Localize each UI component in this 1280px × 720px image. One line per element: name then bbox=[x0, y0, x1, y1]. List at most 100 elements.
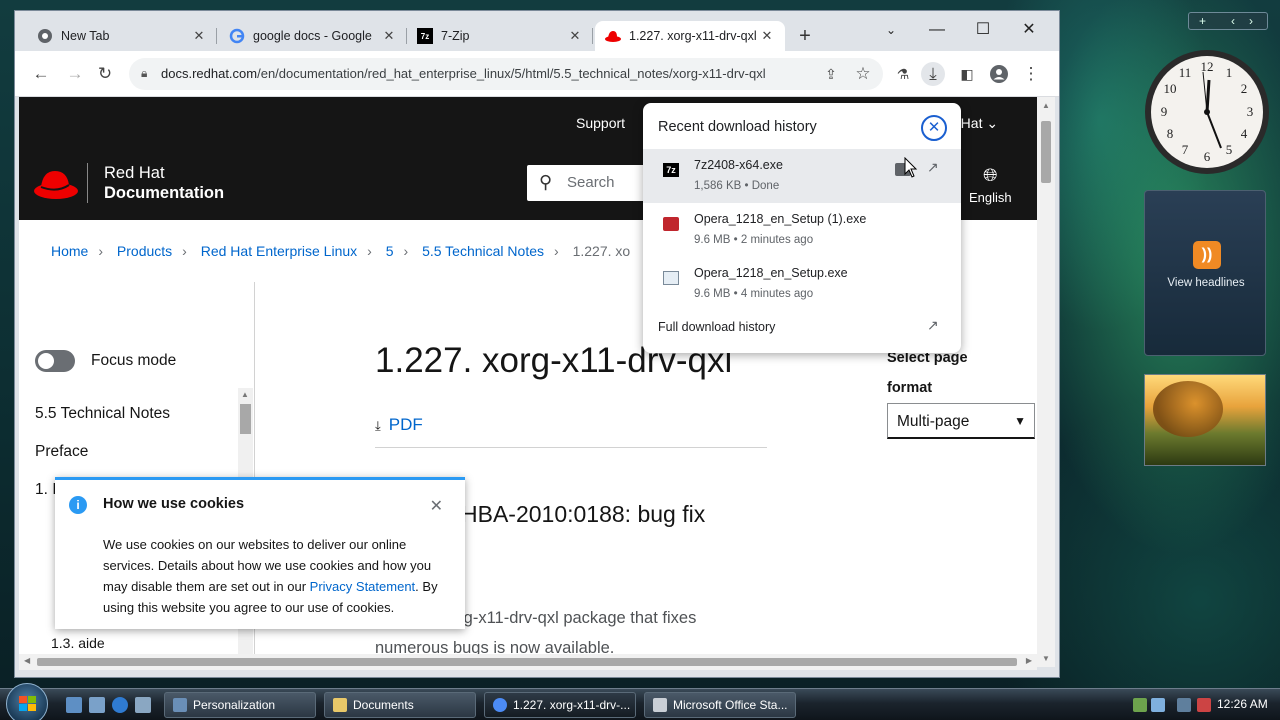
close-tab-icon[interactable]: ✕ bbox=[759, 28, 775, 44]
brand-wordmark[interactable]: Red Hat Documentation bbox=[87, 163, 224, 203]
search-input[interactable]: ⚲ Search bbox=[527, 165, 657, 201]
scrollbar-thumb[interactable] bbox=[1041, 121, 1051, 183]
scroll-up-icon[interactable]: ▲ bbox=[1042, 101, 1050, 110]
toc-item[interactable]: 1.3. aide bbox=[51, 635, 105, 651]
switch-windows-icon[interactable] bbox=[89, 697, 105, 713]
tab-google-docs[interactable]: google docs - Google ✕ bbox=[219, 21, 407, 51]
bookmark-star-icon[interactable]: ☆ bbox=[851, 62, 875, 86]
breadcrumb-rhel[interactable]: Red Hat Enterprise Linux bbox=[201, 243, 357, 259]
open-external-icon[interactable]: ↗ bbox=[927, 317, 939, 334]
tray-network-icon[interactable] bbox=[1133, 698, 1147, 712]
view-headlines-label: View headlines bbox=[1167, 277, 1245, 289]
tray-volume-muted-icon[interactable] bbox=[1197, 698, 1211, 712]
svg-text:5: 5 bbox=[1226, 142, 1233, 157]
download-status: 9.6 MB • 2 minutes ago bbox=[694, 234, 814, 246]
start-button[interactable] bbox=[6, 683, 48, 720]
support-link[interactable]: Support bbox=[576, 115, 625, 131]
back-button[interactable]: ← bbox=[29, 62, 53, 86]
svg-text:7: 7 bbox=[1182, 142, 1189, 157]
download-item[interactable]: Opera_1218_en_Setup.exe 9.6 MB • 4 minut… bbox=[643, 257, 961, 311]
tab-search-icon[interactable]: ⌄ bbox=[873, 17, 909, 43]
tray-display-icon[interactable] bbox=[1177, 698, 1191, 712]
task-documents[interactable]: Documents bbox=[324, 692, 476, 718]
page-format-select[interactable]: Multi-page ▼ bbox=[887, 403, 1035, 439]
new-tab-button[interactable]: + bbox=[793, 25, 817, 49]
feed-headlines-gadget[interactable]: )) View headlines bbox=[1144, 190, 1266, 356]
scrollbar-thumb[interactable] bbox=[37, 658, 1017, 666]
forward-button[interactable]: → bbox=[63, 62, 87, 86]
focus-mode-label: Focus mode bbox=[91, 352, 177, 369]
profile-icon[interactable] bbox=[987, 62, 1011, 86]
scroll-down-icon[interactable]: ▼ bbox=[1042, 654, 1050, 663]
internet-explorer-icon[interactable] bbox=[112, 697, 128, 713]
toc-item[interactable]: Preface bbox=[35, 443, 88, 461]
download-item[interactable]: Opera_1218_en_Setup (1).exe 9.6 MB • 2 m… bbox=[643, 203, 961, 257]
svg-text:1: 1 bbox=[1226, 65, 1233, 80]
svg-text:3: 3 bbox=[1247, 104, 1254, 119]
tray-security-icon[interactable] bbox=[1151, 698, 1165, 712]
mouse-cursor-icon bbox=[904, 157, 918, 178]
minimize-button[interactable]: — bbox=[919, 17, 955, 43]
scroll-right-icon[interactable]: ▶ bbox=[1026, 656, 1032, 665]
rss-icon: )) bbox=[1193, 241, 1221, 269]
address-bar[interactable]: 🔒︎ docs.redhat.com/en/documentation/red_… bbox=[129, 58, 883, 90]
scroll-left-icon[interactable]: ◀ bbox=[24, 656, 30, 665]
close-window-button[interactable]: ✕ bbox=[1011, 17, 1047, 43]
breadcrumb-home[interactable]: Home bbox=[51, 243, 88, 259]
open-external-icon[interactable]: ↗ bbox=[927, 159, 939, 176]
scroll-up-icon[interactable]: ▲ bbox=[241, 390, 249, 399]
maximize-button[interactable]: ☐ bbox=[965, 17, 1001, 43]
toc-item[interactable]: 1. I bbox=[35, 481, 57, 499]
task-browser[interactable]: 1.227. xorg-x11-drv-... bbox=[484, 692, 636, 718]
reload-button[interactable]: ↻ bbox=[93, 62, 117, 86]
search-placeholder: Search bbox=[567, 174, 615, 191]
gadget-controls[interactable]: + ‹ › bbox=[1188, 12, 1268, 30]
breadcrumb-version[interactable]: 5 bbox=[386, 243, 394, 259]
tray-clock[interactable]: 12:26 AM bbox=[1217, 697, 1268, 711]
page-vertical-scrollbar[interactable]: ▲ ▼ bbox=[1037, 97, 1055, 667]
close-tab-icon[interactable]: ✕ bbox=[191, 28, 207, 44]
share-icon[interactable]: ⇪ bbox=[819, 62, 843, 86]
show-desktop-icon[interactable] bbox=[66, 697, 82, 713]
media-icon[interactable] bbox=[135, 697, 151, 713]
close-tab-icon[interactable]: ✕ bbox=[381, 28, 397, 44]
task-personalization[interactable]: Personalization bbox=[164, 692, 316, 718]
pdf-link[interactable]: ⤓ PDF bbox=[375, 415, 423, 435]
close-icon[interactable]: ✕ bbox=[430, 496, 443, 516]
svg-text:11: 11 bbox=[1179, 65, 1192, 80]
opera-installer-icon bbox=[663, 217, 679, 231]
svg-text:8: 8 bbox=[1167, 126, 1174, 141]
clock-gadget[interactable]: 12 12 345 678 91011 bbox=[1143, 48, 1271, 176]
language-selector[interactable]: 🌐︎ English bbox=[969, 165, 1012, 205]
close-tab-icon[interactable]: ✕ bbox=[567, 28, 583, 44]
page-horizontal-scrollbar[interactable]: ◀ ▶ bbox=[19, 654, 1037, 670]
svg-text:9: 9 bbox=[1161, 104, 1168, 119]
slideshow-gadget[interactable] bbox=[1144, 374, 1266, 466]
extension-icon[interactable]: ⚗ bbox=[891, 62, 915, 86]
caret-down-icon: ▼ bbox=[1014, 414, 1026, 428]
url-text: docs.redhat.com/en/documentation/red_hat… bbox=[161, 66, 766, 81]
redhat-logo-icon[interactable] bbox=[33, 167, 79, 206]
tab-new-tab[interactable]: New Tab ✕ bbox=[27, 21, 217, 51]
toc-item[interactable]: 5.5 Technical Notes bbox=[35, 405, 170, 423]
previous-icon[interactable]: ‹ bbox=[1231, 14, 1235, 28]
scrollbar-thumb[interactable] bbox=[240, 404, 251, 434]
focus-mode-toggle[interactable] bbox=[35, 350, 75, 372]
breadcrumb-products[interactable]: Products bbox=[117, 243, 172, 259]
full-download-history-link[interactable]: Full download history bbox=[658, 320, 775, 334]
menu-icon[interactable]: ⋮ bbox=[1019, 62, 1043, 86]
tab-7zip[interactable]: 7z 7-Zip ✕ bbox=[407, 21, 593, 51]
task-office[interactable]: Microsoft Office Sta... bbox=[644, 692, 796, 718]
downloads-icon[interactable]: ⤓ bbox=[921, 62, 945, 86]
breadcrumb-tech-notes[interactable]: 5.5 Technical Notes bbox=[422, 243, 544, 259]
svg-text:6: 6 bbox=[1204, 149, 1211, 164]
close-icon[interactable]: ✕ bbox=[921, 115, 947, 141]
tab-label: New Tab bbox=[61, 29, 110, 43]
side-panel-icon[interactable]: ◧ bbox=[955, 62, 979, 86]
next-icon[interactable]: › bbox=[1249, 14, 1253, 28]
7zip-icon: 7z bbox=[663, 163, 679, 177]
add-gadget-icon[interactable]: + bbox=[1199, 14, 1206, 28]
tab-redhat-doc[interactable]: 1.227. xorg-x11-drv-qxl ✕ bbox=[595, 21, 785, 51]
privacy-statement-link[interactable]: Privacy Statement bbox=[310, 579, 416, 594]
tab-strip: New Tab ✕ google docs - Google ✕ 7z 7-Zi… bbox=[15, 11, 1059, 51]
